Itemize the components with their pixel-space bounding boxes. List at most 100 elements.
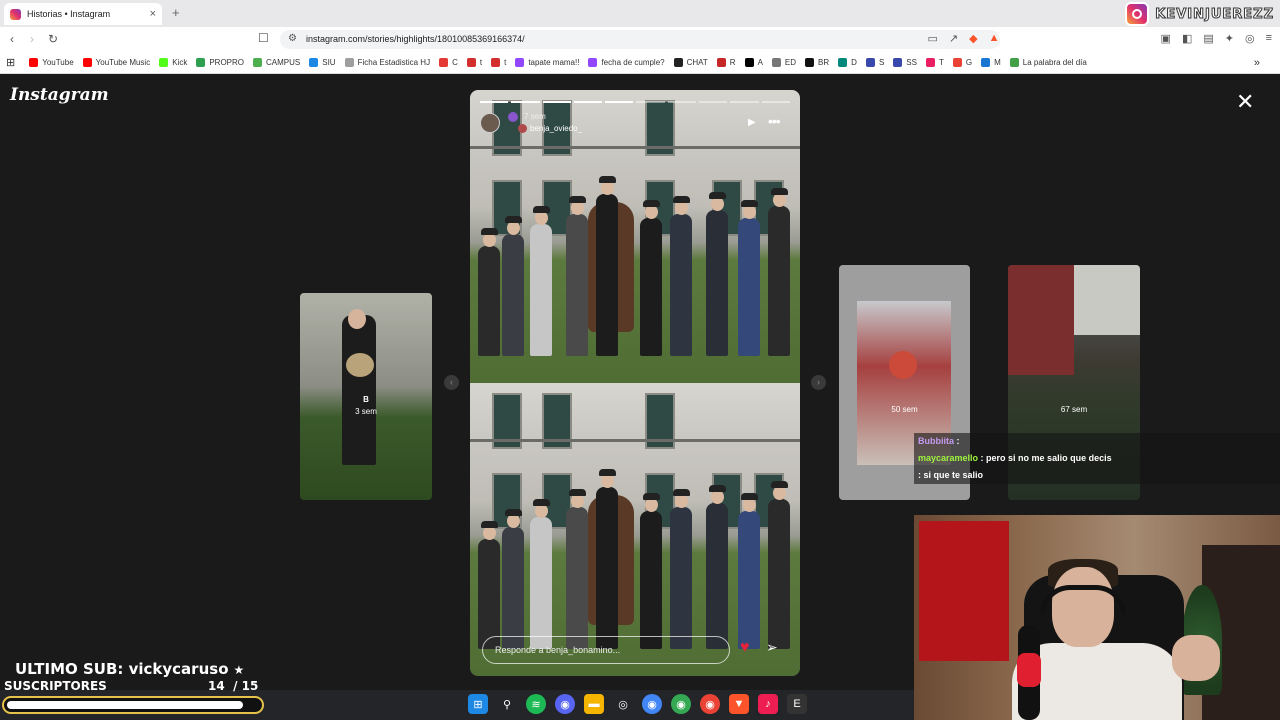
menu-icon[interactable]: ≡ [1266,32,1272,45]
search-icon[interactable]: ⚲ [497,694,517,714]
hat [673,489,690,496]
bookmark-item[interactable]: R [716,58,736,67]
url-field[interactable]: ⚙ instagram.com/stories/highlights/18010… [280,30,1000,49]
bookmark-item[interactable]: M [981,58,1001,67]
bookmark-item[interactable]: C [439,58,458,67]
site-info-icon[interactable]: ⚙ [288,33,297,44]
person-head [601,181,614,195]
cast-icon[interactable]: ▭ [928,32,938,45]
reader-icon[interactable]: ▣ [1161,32,1171,45]
bookmark-label: G [965,58,973,67]
bookmark-item[interactable]: ED [771,58,796,67]
chrome-2-icon[interactable]: ◉ [671,694,691,714]
bookmark-item[interactable]: T [925,58,944,67]
spotify-icon[interactable]: ≋ [526,694,546,714]
discord-icon[interactable]: ◉ [555,694,575,714]
bookmark-item[interactable]: Ficha Estadistica HJ [344,58,430,67]
tab-close-icon[interactable]: × [150,8,156,20]
close-icon[interactable]: ✕ [1236,89,1254,115]
epic-games-icon[interactable]: E [787,694,807,714]
bookmark-item[interactable]: YouTube [29,58,74,67]
avatar[interactable] [480,113,500,133]
bookmark-favicon-icon [981,58,991,67]
folder-icon[interactable]: ▬ [584,694,604,714]
bookmark-item[interactable]: t [491,58,506,67]
person [640,511,662,649]
share-icon[interactable]: ↗ [949,32,958,45]
bookmark-item[interactable]: BR [805,58,829,67]
story-header: 7 sem benja_oviedo_ ▶ ••• [480,111,790,137]
brave-rewards-icon[interactable]: ▲ [989,32,1000,45]
mini-avatar [508,112,518,122]
more-options-icon[interactable]: ••• [768,113,781,129]
person [706,503,728,649]
vpn-icon[interactable]: ◎ [1245,32,1255,45]
bookmark-icon[interactable]: ☐ [258,31,269,45]
obs-icon[interactable]: ◎ [613,694,633,714]
bookmark-favicon-icon [952,58,962,67]
bookmark-item[interactable]: SIU [309,58,336,67]
bookmark-item[interactable]: Kick [159,58,187,67]
thumb-person [342,315,376,465]
bookmark-item[interactable]: tapate mama!! [515,58,579,67]
start-icon[interactable]: ⊞ [468,694,488,714]
story-card[interactable]: 7 sem benja_oviedo_ ▶ ••• Responde a ben… [470,90,800,676]
apps-icon[interactable]: ⊞ [6,56,15,69]
bookmark-item[interactable]: t [466,58,482,67]
person-head [711,197,724,211]
hat [533,206,550,213]
wallet-icon[interactable]: ▤ [1203,32,1213,45]
bookmark-item[interactable]: A [744,58,763,67]
like-heart-icon[interactable]: ♥ [740,639,750,657]
mini-avatar-2 [518,124,527,133]
tab-instagram[interactable]: Historias • Instagram × [4,3,162,25]
sidebar-icon[interactable]: ◧ [1182,32,1192,45]
bookmark-item[interactable]: La palabra del día [1009,58,1087,67]
person-head [743,205,756,219]
bookmark-item[interactable]: S [865,58,884,67]
chat-username[interactable]: maycaramello [918,453,978,463]
person [566,214,588,356]
tiktok-icon[interactable]: ♪ [758,694,778,714]
forward-icon[interactable]: › [30,32,34,46]
bookmark-item[interactable]: CHAT [673,58,708,67]
send-icon[interactable]: ➢ [766,639,778,656]
bookmark-label: SIU [322,58,336,67]
brave-icon[interactable]: ▼ [729,694,749,714]
reload-icon[interactable]: ↻ [48,32,58,46]
bookmark-item[interactable]: CAMPUS [253,58,300,67]
bookmark-favicon-icon [253,58,263,67]
hat [533,499,550,506]
prev-story-arrow-icon[interactable]: ‹ [444,375,459,390]
brave-shield-icon[interactable]: ◆ [969,32,977,45]
reply-input[interactable]: Responde a benja_bonamino... [482,636,730,664]
hat [741,493,758,500]
bookmark-label: C [452,58,458,67]
ai-icon[interactable]: ✦ [1225,32,1234,45]
story-username[interactable]: benja_oviedo_ [530,124,582,133]
instagram-logo[interactable]: Instagram [10,85,109,105]
bookmark-item[interactable]: SS [893,58,917,67]
next-story-arrow-icon[interactable]: › [811,375,826,390]
progress-segment [480,101,509,103]
bookmarks-overflow-icon[interactable]: » [1254,57,1260,69]
chrome-icon[interactable]: ◉ [642,694,662,714]
bookmark-label: CAMPUS [266,58,301,67]
chrome-3-icon[interactable]: ◉ [700,694,720,714]
bookmark-item[interactable]: D [838,58,857,67]
bookmark-item[interactable]: PROPRO [196,58,244,67]
bookmark-item[interactable]: YouTube Music [82,58,150,67]
back-icon[interactable]: ‹ [10,32,14,46]
hat [643,200,660,207]
play-icon[interactable]: ▶ [748,117,756,128]
hat [481,521,498,528]
bookmark-item[interactable]: G [952,58,973,67]
hat [709,192,726,199]
progress-segment [636,101,665,103]
story-thumb-prev[interactable]: B 3 sem [300,293,432,500]
new-tab-button[interactable]: + [172,5,180,20]
hat [771,188,788,195]
chat-username[interactable]: Bubbiita [918,436,954,446]
person [640,218,662,356]
bookmark-item[interactable]: fecha de cumple? [588,58,665,67]
